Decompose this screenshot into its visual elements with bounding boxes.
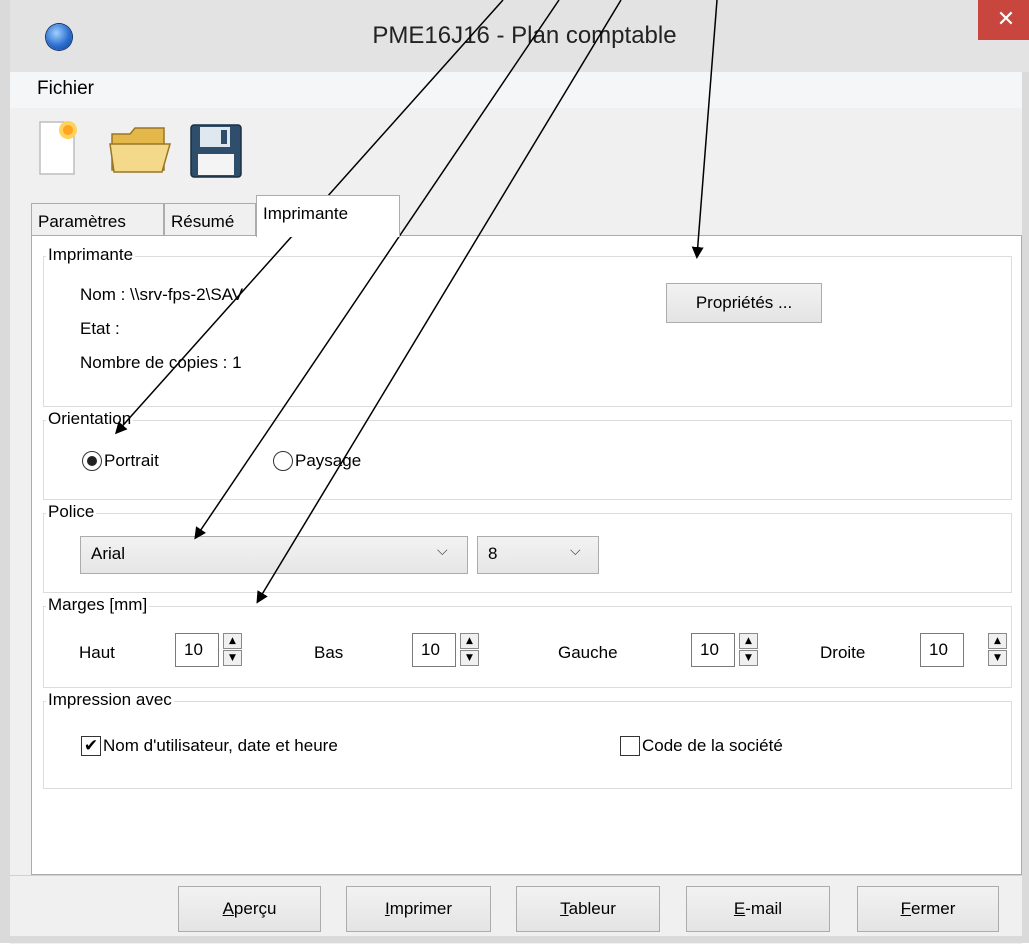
margin-left-label: Gauche <box>558 643 618 662</box>
preview-label: perçu <box>233 899 277 918</box>
margin-right-input[interactable]: 10 <box>920 633 964 667</box>
spin-up-icon[interactable]: ▲ <box>739 633 758 649</box>
font-family-select[interactable]: Arial ⌵ <box>80 536 468 574</box>
close-accel: F <box>900 899 911 918</box>
tab-imprimante[interactable]: Imprimante <box>256 195 400 237</box>
title-bar[interactable]: PME16J16 - Plan comptable ✕ <box>0 0 1029 72</box>
margins-group-title: Marges [mm] <box>46 595 150 615</box>
printer-properties-label: Propriétés ... <box>695 293 793 312</box>
close-button[interactable]: Fermer <box>857 886 999 932</box>
margin-left-spinner[interactable]: ▲ ▼ <box>739 633 758 667</box>
window-title: PME16J16 - Plan comptable <box>372 22 677 49</box>
portrait-label: Portrait <box>104 451 159 470</box>
margins-group: Marges [mm] Haut 10 ▲ ▼ Bas 10 ▲ ▼ Gauch… <box>43 595 1012 688</box>
chevron-down-icon: ⌵ <box>437 543 448 559</box>
paysage-radio[interactable] <box>273 451 293 471</box>
tab-resume[interactable]: Résumé <box>164 203 256 237</box>
tab-resume-label: Résumé <box>171 212 235 231</box>
margin-left-value: 10 <box>700 640 719 659</box>
print-with-group-title: Impression avec <box>46 690 174 710</box>
margin-top-spinner[interactable]: ▲ ▼ <box>223 633 242 667</box>
user-date-time-label: Nom d'utilisateur, date et heure <box>103 736 338 755</box>
new-document-icon[interactable] <box>34 118 80 183</box>
window-frame-right <box>1022 72 1029 943</box>
bottom-button-bar: Aperçu Imprimer Tableur E-mail Fermer <box>10 875 1022 944</box>
spin-down-icon[interactable]: ▼ <box>460 650 479 666</box>
application-window: PME16J16 - Plan comptable ✕ Fichier Para… <box>0 0 1029 944</box>
margin-bottom-spinner[interactable]: ▲ ▼ <box>460 633 479 667</box>
print-button[interactable]: Imprimer <box>346 886 491 932</box>
preview-button[interactable]: Aperçu <box>178 886 321 932</box>
printer-group: Imprimante Nom : \\srv-fps-2\SAV Etat : … <box>43 245 1012 407</box>
open-folder-icon[interactable] <box>108 124 174 181</box>
font-family-value: Arial <box>91 544 126 563</box>
font-group-title: Police <box>46 502 97 522</box>
print-with-group: Impression avec ✔ Nom d'utilisateur, dat… <box>43 690 1012 789</box>
margin-bottom-value: 10 <box>421 640 440 659</box>
printer-state: Etat : <box>80 319 120 338</box>
portrait-radio[interactable] <box>82 451 102 471</box>
spreadsheet-accel: T <box>560 899 569 918</box>
margin-top-value: 10 <box>184 640 203 659</box>
email-button[interactable]: E-mail <box>686 886 830 932</box>
tab-parametres-label: Paramètres <box>38 212 126 231</box>
close-label: ermer <box>910 899 956 918</box>
spreadsheet-label: ableur <box>568 899 616 918</box>
orientation-group: Orientation Portrait Paysage <box>43 409 1012 500</box>
spin-down-icon[interactable]: ▼ <box>988 650 1007 666</box>
margin-bottom-label: Bas <box>314 643 344 662</box>
spin-up-icon[interactable]: ▲ <box>988 633 1007 649</box>
font-group: Police Arial ⌵ 8 ⌵ <box>43 502 1012 593</box>
spin-down-icon[interactable]: ▼ <box>739 650 758 666</box>
preview-accel: A <box>222 899 234 918</box>
close-window-button[interactable]: ✕ <box>978 0 1029 40</box>
radio-selected-dot <box>87 456 97 466</box>
spreadsheet-button[interactable]: Tableur <box>516 886 660 932</box>
margin-right-label: Droite <box>820 643 866 662</box>
orientation-group-title: Orientation <box>46 409 134 429</box>
font-size-value: 8 <box>488 544 498 563</box>
font-size-select[interactable]: 8 ⌵ <box>477 536 599 574</box>
margin-top-input[interactable]: 10 <box>175 633 219 667</box>
menu-bar: Fichier <box>10 72 1022 108</box>
printer-copies: Nombre de copies : 1 <box>80 353 242 372</box>
print-label: mprimer <box>389 899 453 918</box>
email-accel: E <box>733 899 746 918</box>
margin-right-spinner[interactable]: ▲ ▼ <box>988 633 1007 667</box>
margin-left-input[interactable]: 10 <box>691 633 735 667</box>
spin-up-icon[interactable]: ▲ <box>223 633 242 649</box>
window-frame-bottom <box>0 936 1029 943</box>
window-frame-left <box>0 72 10 943</box>
margin-right-value: 10 <box>929 640 948 659</box>
spin-down-icon[interactable]: ▼ <box>223 650 242 666</box>
spin-up-icon[interactable]: ▲ <box>460 633 479 649</box>
printer-group-title: Imprimante <box>46 245 136 265</box>
paysage-label: Paysage <box>295 451 362 470</box>
user-date-time-checkbox[interactable]: ✔ <box>81 736 101 756</box>
printer-properties-button[interactable]: Propriétés ... <box>666 283 822 323</box>
tab-parametres[interactable]: Paramètres <box>31 203 164 237</box>
company-code-label: Code de la société <box>642 736 783 755</box>
save-disk-icon[interactable] <box>188 122 244 185</box>
printer-name: Nom : \\srv-fps-2\SAV <box>80 285 244 304</box>
menu-fichier[interactable]: Fichier <box>37 78 94 100</box>
email-label: -mail <box>745 899 783 918</box>
tab-panel-imprimante: Imprimante Nom : \\srv-fps-2\SAV Etat : … <box>31 235 1022 875</box>
company-code-checkbox[interactable] <box>620 736 640 756</box>
client-area: Fichier Paramètres Résumé Imprimante Imp… <box>10 72 1022 944</box>
tab-imprimante-label: Imprimante <box>263 204 349 223</box>
chevron-down-icon: ⌵ <box>570 543 581 559</box>
margin-top-label: Haut <box>79 643 115 662</box>
margin-bottom-input[interactable]: 10 <box>412 633 456 667</box>
